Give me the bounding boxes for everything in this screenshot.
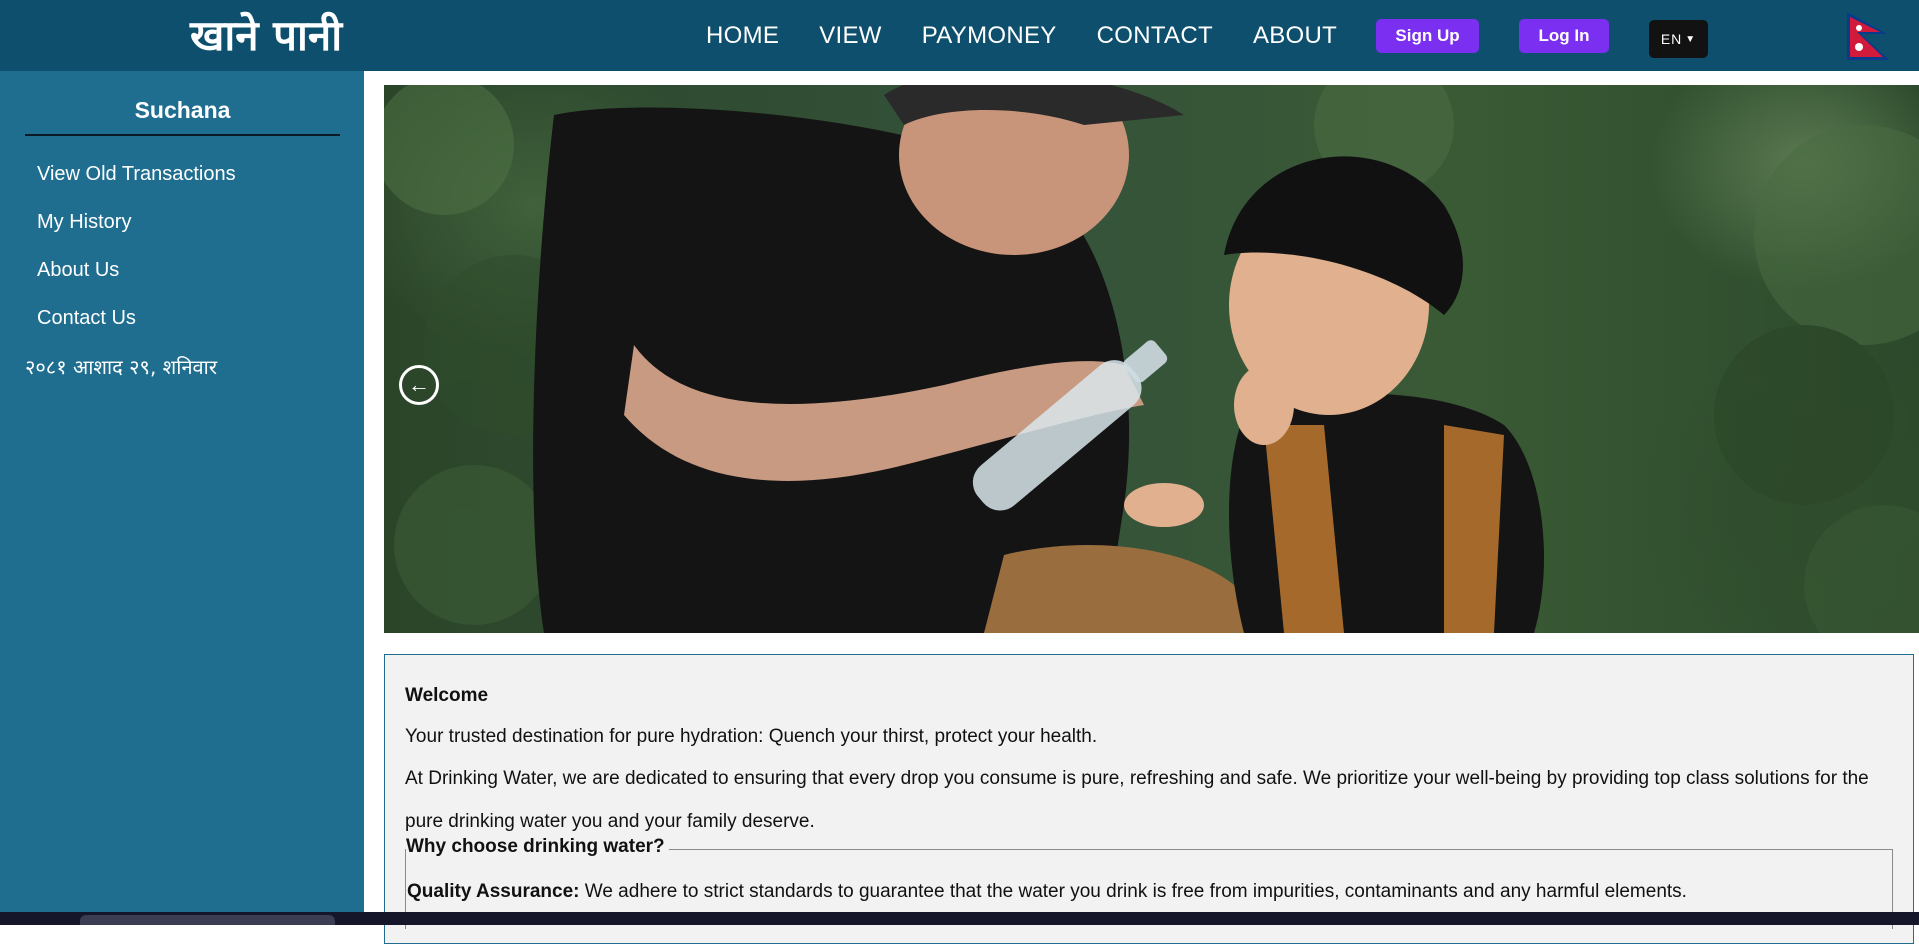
nepali-date: २०८१ आशाद २९, शनिवार [25,355,218,379]
nav-links: HOME VIEW PAYMONEY CONTACT ABOUT [706,0,1377,71]
sidebar-item-about-us[interactable]: About Us [37,259,119,282]
sidebar: Suchana View Old Transactions My History… [0,71,364,925]
nav-about[interactable]: ABOUT [1253,22,1337,50]
language-select[interactable]: EN ▼ [1649,20,1708,58]
login-button[interactable]: Log In [1519,19,1609,53]
nav-view[interactable]: VIEW [819,22,882,50]
sidebar-item-contact-us[interactable]: Contact Us [37,307,136,330]
hero-photo [384,85,1919,633]
welcome-heading: Welcome [405,685,489,706]
taskbar-strip [0,912,1919,925]
hero-carousel-image [384,85,1919,633]
brand-title[interactable]: खाने पानी [190,6,342,63]
carousel-prev-button[interactable]: ← [399,365,439,405]
sidebar-title: Suchana [25,97,340,136]
top-navbar: खाने पानी HOME VIEW PAYMONEY CONTACT ABO… [0,0,1919,71]
nav-paymoney[interactable]: PAYMONEY [922,22,1057,50]
welcome-tagline: Your trusted destination for pure hydrat… [405,726,1098,747]
arrow-left-circle-icon: ← [408,372,430,397]
sidebar-item-my-history[interactable]: My History [37,211,131,234]
welcome-card: Welcome Your trusted destination for pur… [384,654,1914,944]
quality-assurance-text: Quality Assurance: We adhere to strict s… [407,881,1687,903]
nepal-flag-icon [1847,12,1889,60]
taskbar-tab [80,915,335,925]
quality-assurance-body: We adhere to strict standards to guarant… [579,881,1687,902]
why-choose-title: Why choose drinking water? [406,836,669,858]
quality-assurance-label: Quality Assurance: [407,881,580,902]
nav-home[interactable]: HOME [706,22,779,50]
sidebar-item-old-transactions[interactable]: View Old Transactions [37,163,236,186]
language-value: EN [1660,31,1683,47]
caret-down-icon: ▼ [1685,33,1697,45]
signup-button[interactable]: Sign Up [1376,19,1479,53]
welcome-paragraph: At Drinking Water, we are dedicated to e… [405,768,1869,832]
nav-contact[interactable]: CONTACT [1097,22,1213,50]
